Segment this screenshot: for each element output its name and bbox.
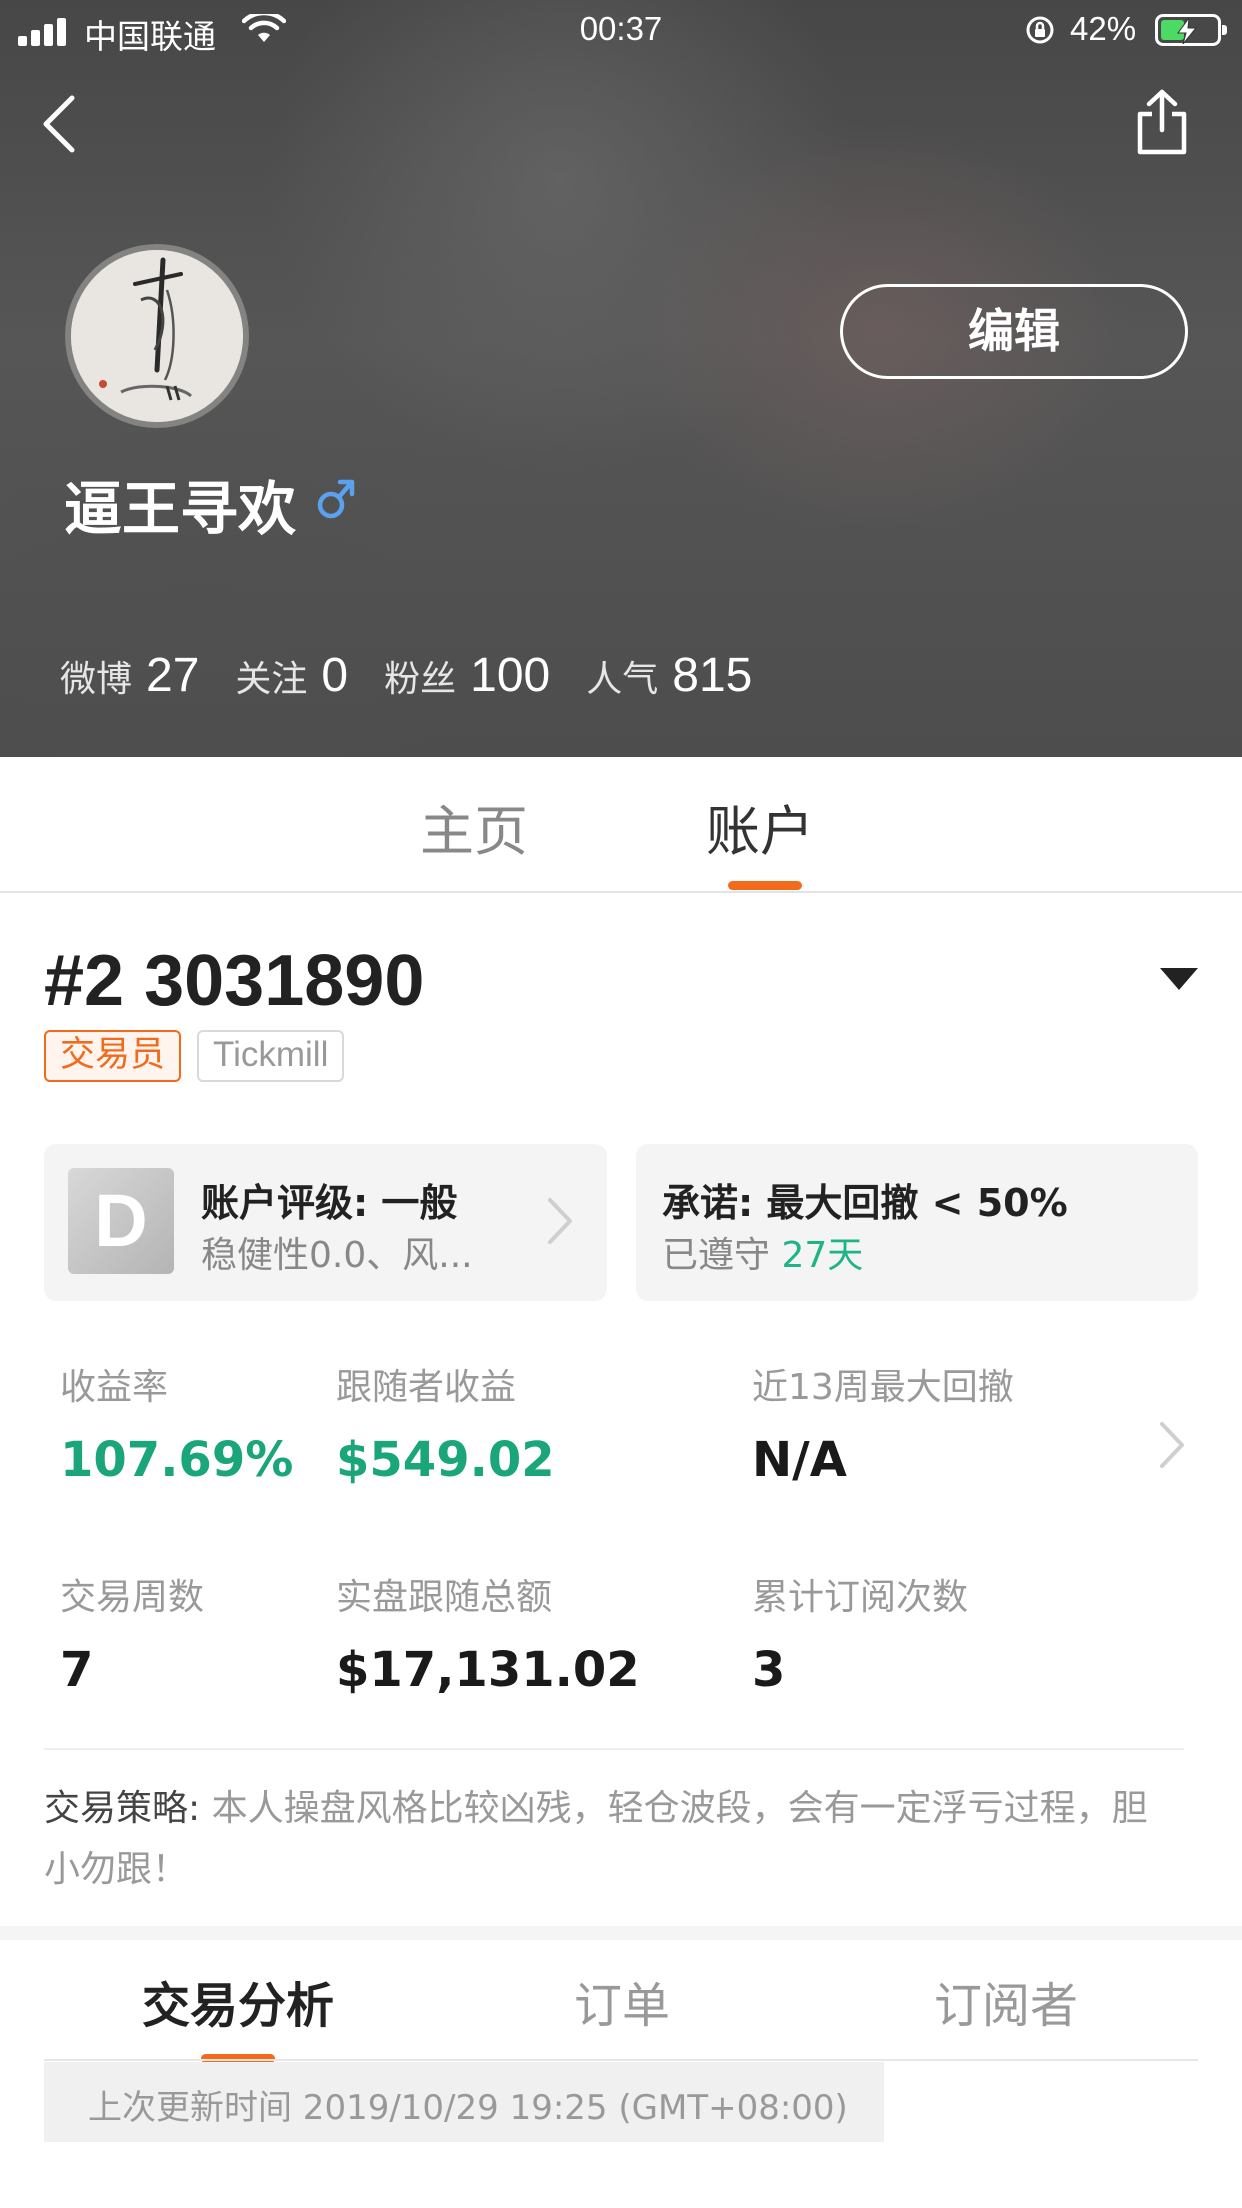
strategy-label: 交易策略: — [44, 1788, 201, 1829]
grade-badge: D — [68, 1168, 174, 1274]
promise-kept-label: 已遵守 — [662, 1235, 782, 1276]
chevron-right-icon[interactable] — [1158, 1420, 1186, 1470]
orientation-lock-icon — [1026, 16, 1054, 44]
metric-follow-total-label: 实盘跟随总额 — [336, 1577, 553, 1618]
analysis-tab-bar: 交易分析 订单 订阅者 — [0, 1940, 1242, 2063]
stat-following-count[interactable]: 0 — [321, 648, 348, 703]
edit-profile-button[interactable]: 编辑 — [840, 284, 1188, 379]
metric-max-drawdown-value: N/A — [752, 1432, 847, 1488]
username: 逼王寻欢 — [64, 475, 297, 543]
avatar-image — [71, 250, 243, 422]
promise-title: 承诺: 最大回撤 < 50% — [662, 1181, 1068, 1225]
metric-follower-profit-label: 跟随者收益 — [336, 1367, 517, 1408]
rating-title: 账户评级: 一般 — [201, 1181, 458, 1225]
battery-percent: 42% — [1070, 10, 1137, 47]
profile-tab-bar: 主页 账户 — [0, 757, 1242, 893]
stat-popularity-label: 人气 — [586, 659, 659, 700]
trading-strategy: 交易策略: 本人操盘风格比较凶残，轻仓波段，会有一定浮亏过程，胆小勿跟！ — [44, 1778, 1154, 1900]
stat-following-label: 关注 — [235, 659, 308, 700]
caret-down-icon[interactable] — [1158, 966, 1200, 992]
broker-tag: Tickmill — [197, 1030, 345, 1082]
tab-orders[interactable]: 订单 — [574, 1966, 670, 2036]
profile-stats: 微博 27 关注 0 粉丝 100 人气 815 — [60, 648, 788, 703]
metric-return-value: 107.69% — [60, 1432, 294, 1488]
avatar[interactable] — [65, 244, 249, 428]
back-chevron-icon[interactable] — [38, 92, 82, 156]
stat-followers-count[interactable]: 100 — [470, 648, 550, 703]
share-icon[interactable] — [1134, 88, 1190, 158]
tab-subscribers[interactable]: 订阅者 — [934, 1966, 1078, 2036]
metric-subscriptions-label: 累计订阅次数 — [752, 1577, 969, 1618]
metric-weeks-label: 交易周数 — [60, 1577, 205, 1618]
subtab-divider — [44, 2059, 1198, 2061]
account-rating-card[interactable]: D 账户评级: 一般 稳健性0.0、风... — [44, 1144, 607, 1301]
metric-follower-profit-value: $549.02 — [336, 1432, 555, 1488]
chevron-right-icon — [548, 1198, 572, 1244]
account-id: #2 3031890 — [44, 941, 425, 1021]
trader-tag: 交易员 — [44, 1030, 182, 1082]
metric-subscriptions-value: 3 — [752, 1642, 786, 1698]
stat-popularity-count: 815 — [672, 649, 753, 702]
status-bar: 中国联通 00:37 42% — [0, 0, 1242, 60]
metric-weeks-value: 7 — [60, 1642, 94, 1698]
promise-days: 27天 — [781, 1235, 864, 1276]
male-icon — [317, 479, 355, 519]
rating-subtitle: 稳健性0.0、风... — [201, 1235, 473, 1276]
metric-follow-total-value: $17,131.02 — [336, 1642, 640, 1698]
stat-weibo-count[interactable]: 27 — [146, 648, 199, 703]
last-update-text: 上次更新时间 2019/10/29 19:25 (GMT+08:00) — [88, 2088, 848, 2128]
tab-account[interactable]: 账户 — [706, 787, 814, 866]
section-gap — [0, 1926, 1242, 1940]
metric-max-drawdown-label: 近13周最大回撤 — [752, 1367, 1014, 1408]
profile-header: 中国联通 00:37 42% 编辑 逼王寻欢 微博 27 关注 0 粉丝 100… — [0, 0, 1242, 757]
update-bar-tail — [884, 2062, 1242, 2142]
last-update-bar: 上次更新时间 2019/10/29 19:25 (GMT+08:00) — [44, 2062, 884, 2142]
strategy-text: 本人操盘风格比较凶残，轻仓波段，会有一定浮亏过程，胆小勿跟！ — [44, 1788, 1148, 1890]
promise-subtitle: 已遵守 27天 — [662, 1226, 863, 1278]
tab-home[interactable]: 主页 — [420, 787, 528, 866]
drawdown-promise-card: 承诺: 最大回撤 < 50% 已遵守 27天 — [636, 1144, 1198, 1301]
stat-followers-label: 粉丝 — [384, 659, 457, 700]
tab-trade-analysis[interactable]: 交易分析 — [142, 1966, 334, 2036]
battery-charging-icon — [1155, 14, 1227, 46]
active-tab-indicator — [728, 881, 802, 890]
section-divider — [44, 1748, 1184, 1750]
stat-weibo-label: 微博 — [60, 659, 133, 700]
metric-return-label: 收益率 — [60, 1367, 169, 1408]
